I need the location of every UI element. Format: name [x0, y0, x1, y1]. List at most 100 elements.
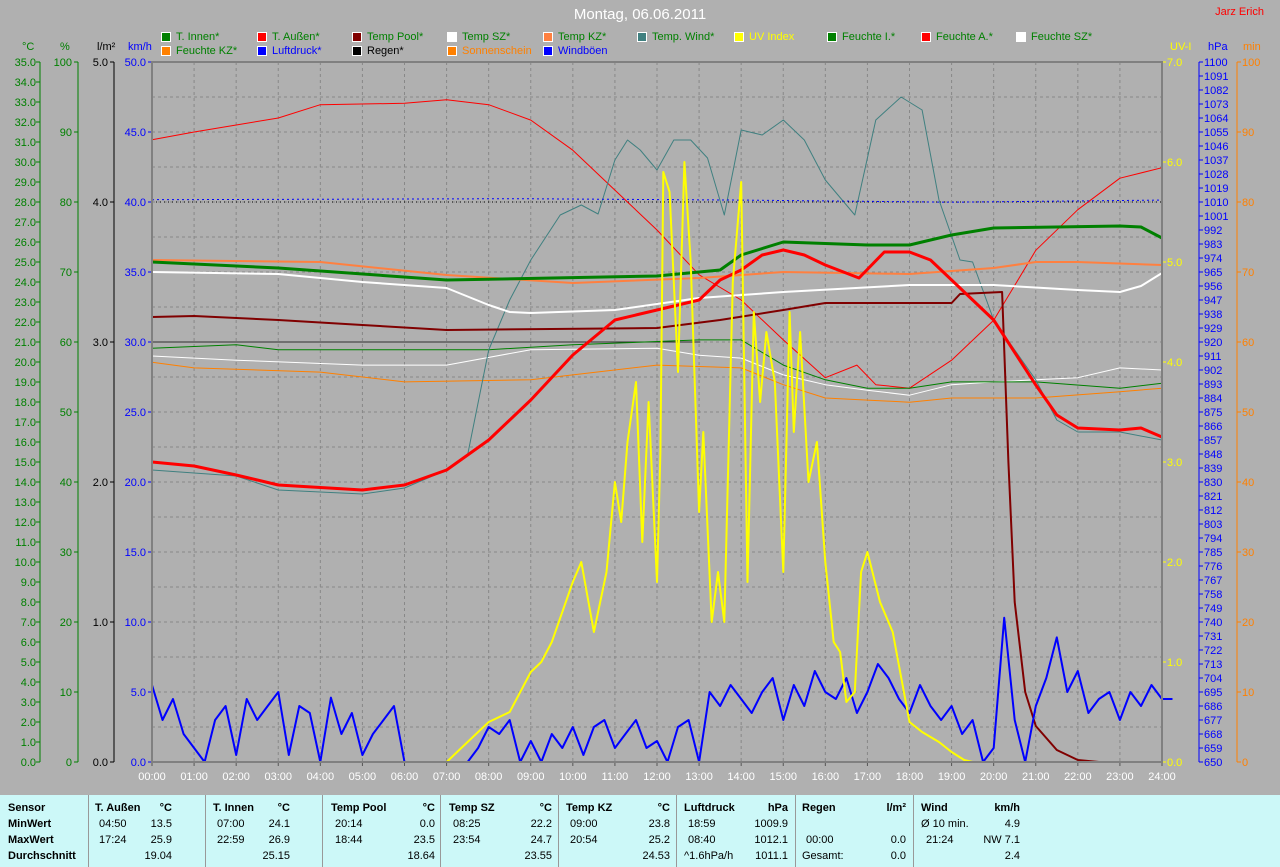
- unit-wind: km/h: [994, 802, 1020, 814]
- legend-swatch: [257, 46, 267, 56]
- axis-tick-label-C: 1.0: [21, 737, 36, 749]
- legend-item: Temp SZ*: [447, 31, 510, 43]
- x-axis-tick-label: 14:00: [727, 771, 755, 783]
- x-axis-tick-label: 24:00: [1148, 771, 1176, 783]
- x-axis-tick-label: 04:00: [307, 771, 335, 783]
- legend-swatch: [921, 32, 931, 42]
- axis-tick-label-hpa: 974: [1204, 253, 1222, 265]
- axis-tick-label-uv: 5.0: [1167, 257, 1182, 269]
- legend-label: Temp KZ*: [558, 31, 607, 43]
- axis-tick-label-hpa: 749: [1204, 603, 1222, 615]
- axis-tick-label-hpa: 857: [1204, 435, 1222, 447]
- rain-time: 00:00: [806, 834, 834, 846]
- axis-tick-label-C: 33.0: [15, 97, 36, 109]
- legend-swatch: [734, 32, 744, 42]
- x-axis-tick-label: 07:00: [433, 771, 461, 783]
- x-axis-tick-label: 02:00: [222, 771, 250, 783]
- axis-tick-label-pct: 60: [60, 337, 72, 349]
- axis-tick-label-C: 31.0: [15, 137, 36, 149]
- max-time-kz: 20:54: [570, 834, 598, 846]
- header-kz: Temp KZ: [566, 802, 613, 814]
- axis-tick-label-min: 20: [1242, 617, 1254, 629]
- axis-tick-label-hpa: 1037: [1204, 155, 1228, 167]
- axis-tick-label-pct: 80: [60, 197, 72, 209]
- unit-pool: °C: [422, 802, 435, 814]
- max-time-sz: 23:54: [453, 834, 481, 846]
- legend-swatch: [161, 32, 171, 42]
- legend-label: Luftdruck*: [272, 45, 322, 57]
- axis-tick-label-hpa: 1100: [1204, 57, 1228, 69]
- axis-tick-label-C: 0.0: [21, 757, 36, 769]
- axis-tick-label-hpa: 875: [1204, 407, 1222, 419]
- axis-tick-label-min: 10: [1242, 687, 1254, 699]
- legend-label: UV Index: [749, 31, 795, 43]
- axis-tick-label-C: 16.0: [15, 437, 36, 449]
- axis-tick-label-kmh: 5.0: [131, 687, 146, 699]
- header-druck: Luftdruck: [684, 802, 735, 814]
- axis-tick-label-pct: 0: [66, 757, 72, 769]
- legend-label: T. Außen*: [272, 31, 320, 43]
- axis-tick-label-hpa: 758: [1204, 589, 1222, 601]
- x-axis-tick-label: 18:00: [896, 771, 924, 783]
- rain-total-label: Gesamt:: [802, 850, 844, 862]
- axis-tick-label-hpa: 938: [1204, 309, 1222, 321]
- legend-label: Regen*: [367, 45, 404, 57]
- legend-item: Temp. Wind*: [637, 31, 714, 43]
- axis-tick-label-C: 19.0: [15, 377, 36, 389]
- x-axis-tick-label: 16:00: [812, 771, 840, 783]
- unit-kz: °C: [657, 802, 670, 814]
- axis-tick-label-kmh: 15.0: [125, 547, 146, 559]
- axis-tick-label-hpa: 848: [1204, 449, 1222, 461]
- axis-tick-label-kmh: 25.0: [125, 407, 146, 419]
- axis-tick-label-hpa: 686: [1204, 701, 1222, 713]
- header-sensor: Sensor: [8, 802, 46, 814]
- axis-tick-label-hpa: 740: [1204, 617, 1222, 629]
- legend-item: Feuchte A.*: [921, 31, 993, 43]
- axis-unit-pct: %: [60, 41, 70, 53]
- avg-value-druck: 1011.1: [755, 850, 788, 862]
- legend-item: T. Außen*: [257, 31, 320, 43]
- legend-swatch: [447, 32, 457, 42]
- axis-unit-uv: UV-I: [1170, 41, 1191, 53]
- wind-day-avg: 2.4: [1004, 850, 1020, 862]
- legend-label: Temp SZ*: [462, 31, 511, 43]
- axis-tick-label-C: 5.0: [21, 657, 36, 669]
- axis-tick-label-hpa: 866: [1204, 421, 1222, 433]
- axis-tick-label-C: 9.0: [21, 577, 36, 589]
- legend-swatch: [447, 46, 457, 56]
- min-time-kz: 09:00: [570, 818, 598, 830]
- axis-tick-label-C: 27.0: [15, 217, 36, 229]
- legend-swatch: [827, 32, 837, 42]
- axis-tick-label-pct: 40: [60, 477, 72, 489]
- axis-tick-label-C: 18.0: [15, 397, 36, 409]
- axis-tick-label-rain: 2.0: [93, 477, 108, 489]
- axis-unit-kmh: km/h: [128, 41, 152, 53]
- axis-tick-label-uv: 1.0: [1167, 657, 1182, 669]
- axis-tick-label-C: 34.0: [15, 77, 36, 89]
- axis-tick-label-min: 60: [1242, 337, 1254, 349]
- legend-item: Feuchte SZ*: [1016, 31, 1092, 43]
- x-axis-tick-label: 15:00: [769, 771, 797, 783]
- axis-tick-label-uv: 6.0: [1167, 157, 1182, 169]
- x-axis-tick-label: 01:00: [180, 771, 208, 783]
- axis-tick-label-kmh: 20.0: [125, 477, 146, 489]
- axis-tick-label-pct: 20: [60, 617, 72, 629]
- legend-label: Feuchte I.*: [842, 31, 896, 43]
- min-value-aussen: 13.5: [150, 818, 172, 830]
- max-time-druck: 08:40: [688, 834, 716, 846]
- legend-swatch: [1016, 32, 1026, 42]
- x-axis-tick-label: 08:00: [475, 771, 503, 783]
- axis-tick-label-C: 12.0: [15, 517, 36, 529]
- axis-tick-label-C: 26.0: [15, 237, 36, 249]
- axis-tick-label-uv: 4.0: [1167, 357, 1182, 369]
- min-time-druck: 18:59: [688, 818, 716, 830]
- axis-tick-label-min: 70: [1242, 267, 1254, 279]
- axis-tick-label-min: 90: [1242, 127, 1254, 139]
- legend-item: Feuchte I.*: [827, 31, 895, 43]
- axis-tick-label-C: 6.0: [21, 637, 36, 649]
- column-divider: [558, 795, 559, 867]
- axis-tick-label-hpa: 839: [1204, 463, 1222, 475]
- axis-tick-label-C: 24.0: [15, 277, 36, 289]
- axis-tick-label-C: 32.0: [15, 117, 36, 129]
- x-axis-tick-label: 13:00: [685, 771, 713, 783]
